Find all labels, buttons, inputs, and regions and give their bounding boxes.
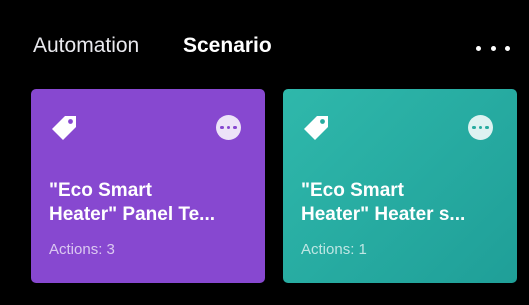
card-title: "Eco Smart Heater" Panel Te... xyxy=(49,180,215,225)
card-actions-count: Actions: 3 xyxy=(49,241,115,258)
card-menu-button[interactable] xyxy=(468,115,493,140)
top-bar: Automation Scenario xyxy=(0,0,529,90)
tag-icon xyxy=(52,116,76,140)
scenario-card[interactable]: "Eco Smart Heater" Heater s... Actions: … xyxy=(283,89,517,283)
scenario-card[interactable]: "Eco Smart Heater" Panel Te... Actions: … xyxy=(31,89,265,283)
ellipsis-icon xyxy=(476,45,481,51)
card-menu-button[interactable] xyxy=(216,115,241,140)
card-title: "Eco Smart Heater" Heater s... xyxy=(301,180,466,225)
card-actions-count: Actions: 1 xyxy=(301,241,367,258)
tag-icon xyxy=(304,116,328,140)
more-options-button[interactable] xyxy=(476,38,510,58)
tab-automation[interactable]: Automation xyxy=(33,33,139,59)
tab-scenario[interactable]: Scenario xyxy=(183,33,272,59)
